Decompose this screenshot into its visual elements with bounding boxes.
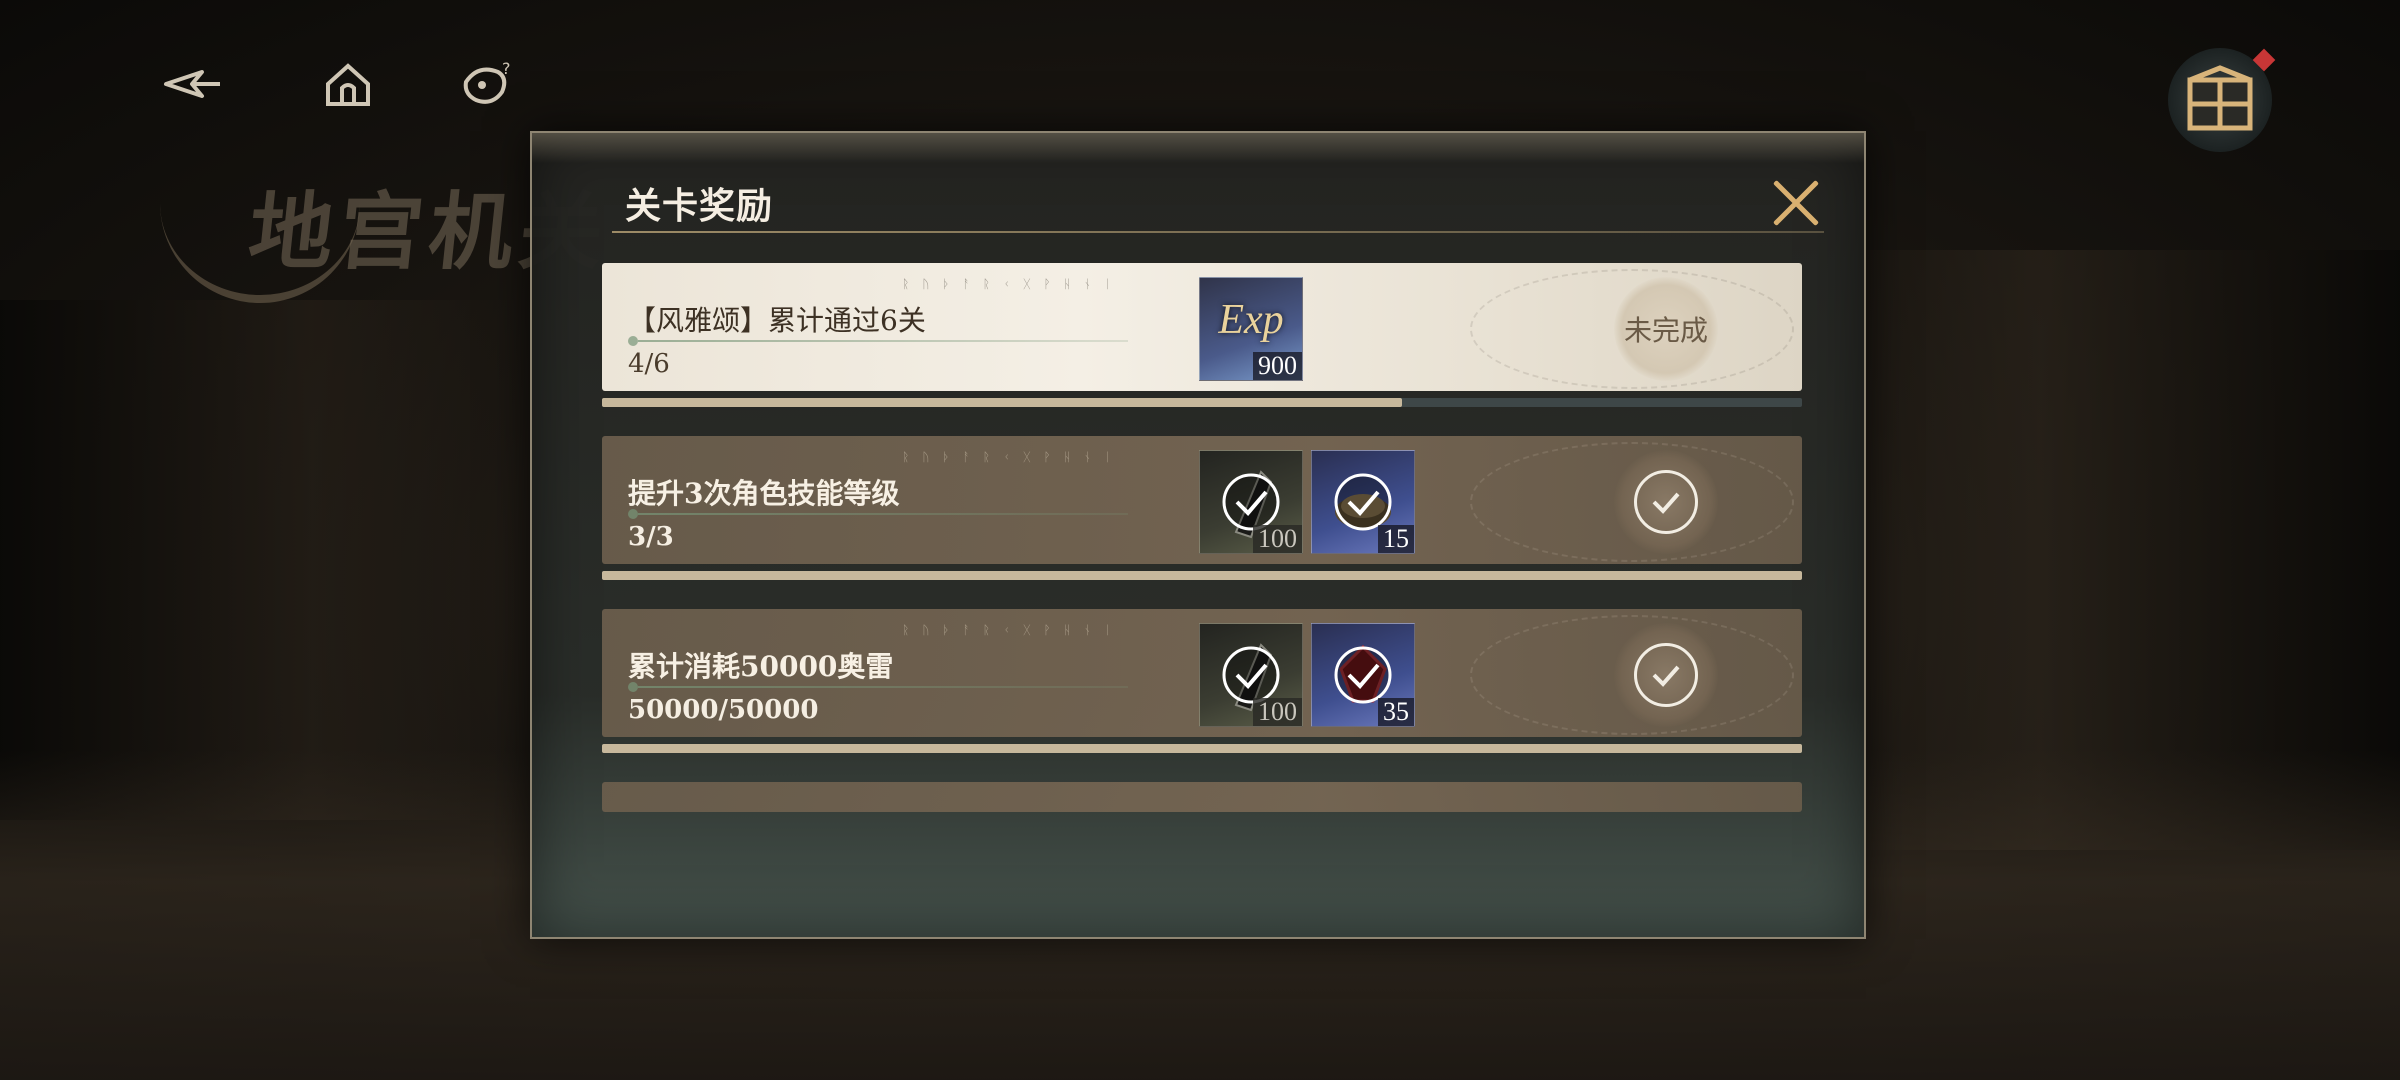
name-underline — [628, 509, 1128, 519]
rune-decoration: ᚱᚢᚦᚨᚱᚲᚷᚹᚺᚾᛁ — [902, 450, 1125, 464]
completed-check-icon — [1634, 643, 1698, 707]
task-row-partial — [602, 782, 1802, 812]
task-name: 【风雅颂】累计通过6关 — [628, 304, 926, 337]
task-row: ᚱᚢᚦᚨᚱᚲᚷᚹᚺᚾᛁ 累计消耗50000奥雷 50000/50000 100 — [602, 609, 1802, 753]
completed-check-icon — [1634, 470, 1698, 534]
status-text: 未完成 — [1623, 314, 1708, 347]
task-list[interactable]: ᚱᚢᚦᚨᚱᚲᚷᚹᚺᚾᛁ 【风雅颂】累计通过6关 4/6 Exp 900 未完成 … — [602, 263, 1802, 933]
task-progress-text: 3/3 — [628, 522, 674, 552]
help-icon[interactable]: ? — [458, 58, 518, 110]
task-row: ᚱᚢᚦᚨᚱᚲᚷᚹᚺᚾᛁ 【风雅颂】累计通过6关 4/6 Exp 900 未完成 — [602, 263, 1802, 407]
reward-item[interactable]: 100 — [1199, 450, 1303, 554]
title-divider — [612, 231, 1824, 233]
name-underline — [628, 336, 1128, 346]
claimed-check-icon — [1334, 473, 1392, 531]
dialog-title: 关卡奖励 — [625, 185, 774, 227]
bg-shelf-left — [0, 300, 520, 820]
reward-item[interactable]: 35 — [1311, 623, 1415, 727]
progress-fill — [602, 571, 1802, 580]
claimed-check-icon — [1222, 473, 1280, 531]
reward-qty: 15 — [1378, 525, 1414, 553]
reward-item[interactable]: 100 — [1199, 623, 1303, 727]
bg-shelf-right — [1800, 250, 2400, 850]
close-icon[interactable] — [1768, 175, 1824, 231]
rune-decoration: ᚱᚢᚦᚨᚱᚲᚷᚹᚺᚾᛁ — [902, 623, 1125, 637]
status-badge — [1614, 450, 1718, 554]
reward-list: 100 35 — [1199, 623, 1415, 727]
scale-decoration — [160, 175, 360, 303]
svg-text:?: ? — [502, 59, 511, 78]
progress-bar — [602, 398, 1802, 407]
treasure-box-icon[interactable] — [2168, 48, 2276, 152]
reward-list: Exp 900 — [1199, 277, 1303, 381]
claimed-check-icon — [1334, 646, 1392, 704]
reward-qty: 35 — [1378, 698, 1414, 726]
progress-bar — [602, 744, 1802, 753]
claimed-check-icon — [1222, 646, 1280, 704]
reward-list: 100 15 — [1199, 450, 1415, 554]
reward-qty: 100 — [1253, 698, 1302, 726]
reward-item[interactable]: 15 — [1311, 450, 1415, 554]
reward-qty: 900 — [1253, 352, 1302, 380]
progress-fill — [602, 398, 1403, 407]
reward-item[interactable]: Exp 900 — [1199, 277, 1303, 381]
task-name: 累计消耗50000奥雷 — [628, 650, 894, 683]
stage-rewards-dialog: 关卡奖励 ᚱᚢᚦᚨᚱᚲᚷᚹᚺᚾᛁ 【风雅颂】累计通过6关 4/6 Exp 900… — [530, 131, 1866, 939]
status-badge: 未完成 — [1614, 277, 1718, 381]
status-badge — [1614, 623, 1718, 727]
progress-bar — [602, 571, 1802, 580]
task-progress-text: 50000/50000 — [628, 695, 819, 725]
task-row: ᚱᚢᚦᚨᚱᚲᚷᚹᚺᚾᛁ 提升3次角色技能等级 3/3 100 15 — [602, 436, 1802, 580]
task-name: 提升3次角色技能等级 — [628, 477, 900, 510]
progress-fill — [602, 744, 1802, 753]
rune-decoration: ᚱᚢᚦᚨᚱᚲᚷᚹᚺᚾᛁ — [902, 277, 1125, 291]
reward-qty: 100 — [1253, 525, 1302, 553]
back-arrow-icon[interactable] — [162, 58, 222, 110]
task-progress-text: 4/6 — [628, 349, 670, 379]
name-underline — [628, 682, 1128, 692]
home-icon[interactable] — [318, 58, 378, 110]
